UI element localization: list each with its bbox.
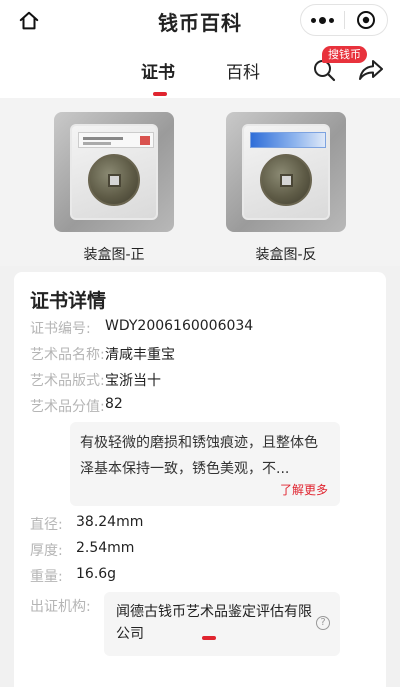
target-close-icon [356, 11, 375, 29]
coin-slab-back [242, 124, 330, 220]
spec-diameter: 直径: 38.24mm [30, 514, 143, 534]
field-value: 清咸丰重宝 [105, 347, 175, 363]
coin-front [88, 154, 140, 206]
field-label: 艺术品版式: [30, 373, 105, 389]
page-title: 钱币百科 [158, 10, 242, 35]
certificate-details-card: 证书详情 证书编号: WDY2006160006034 艺术品名称: 清咸丰重宝… [14, 272, 386, 687]
field-value: 82 [105, 396, 123, 412]
field-label: 艺术品分值: [30, 399, 105, 415]
spec-value: 2.54mm [76, 540, 135, 556]
spec-thickness: 厚度: 2.54mm [30, 540, 134, 560]
spec-label: 重量: [30, 569, 63, 585]
miniapp-capsule [300, 4, 388, 36]
share-button[interactable] [358, 58, 384, 82]
field-label: 证书编号: [30, 321, 91, 337]
field-label: 艺术品名称: [30, 347, 105, 363]
description-text: 有极轻微的磨损和锈蚀痕迹，且整体色泽基本保持一致，锈色美观，不... [80, 435, 318, 477]
coin-slab-front [70, 124, 158, 220]
box-image-back-card[interactable]: 装盒图-反 [226, 112, 346, 264]
description-box: 有极轻微的磨损和锈蚀痕迹，且整体色泽基本保持一致，锈色美观，不... 了解更多 [70, 422, 340, 506]
slab-label-back [250, 132, 326, 148]
box-image-front[interactable] [54, 112, 174, 232]
field-artwork-version: 艺术品版式: 宝浙当十 [30, 370, 161, 390]
box-image-front-card[interactable]: 装盒图-正 [54, 112, 174, 264]
field-value: WDY2006160006034 [105, 318, 254, 334]
more-dots-icon [310, 16, 334, 24]
spec-value: 16.6g [76, 566, 117, 582]
close-miniapp-button[interactable] [345, 5, 388, 35]
home-button[interactable] [14, 6, 44, 36]
issuer-label: 出证机构: [30, 599, 91, 615]
field-certificate-number: 证书编号: WDY2006160006034 [30, 318, 253, 338]
spec-weight: 重量: 16.6g [30, 566, 116, 586]
more-button[interactable] [301, 5, 344, 35]
tab-bar: 证书 百科 搜钱币 [0, 42, 400, 98]
field-artwork-score: 艺术品分值: 82 [30, 396, 123, 416]
active-tab-indicator [153, 92, 167, 96]
tab-certificate[interactable]: 证书 [141, 58, 175, 83]
front-caption: 装盒图-正 [83, 247, 145, 263]
home-icon [19, 11, 39, 30]
page-indicator [202, 636, 216, 640]
field-artwork-name: 艺术品名称: 清咸丰重宝 [30, 344, 175, 364]
field-value: 宝浙当十 [105, 373, 161, 389]
spec-value: 38.24mm [76, 514, 144, 530]
coin-back [260, 154, 312, 206]
spec-label: 直径: [30, 517, 63, 533]
spec-label: 厚度: [30, 543, 63, 559]
tab-encyclopedia[interactable]: 百科 [226, 58, 260, 83]
back-caption: 装盒图-反 [255, 247, 317, 263]
box-images-section: 装盒图-正 装盒图-反 [0, 98, 400, 266]
slab-label [78, 132, 154, 148]
help-icon[interactable]: ? [316, 616, 330, 630]
app-header: 钱币百科 [0, 0, 400, 42]
learn-more-link[interactable]: 了解更多 [280, 481, 328, 498]
share-icon [359, 60, 383, 80]
box-image-back[interactable] [226, 112, 346, 232]
issuer-box: 闻德古钱币艺术品鉴定评估有限公司 ? [104, 592, 340, 656]
details-title: 证书详情 [30, 290, 107, 312]
